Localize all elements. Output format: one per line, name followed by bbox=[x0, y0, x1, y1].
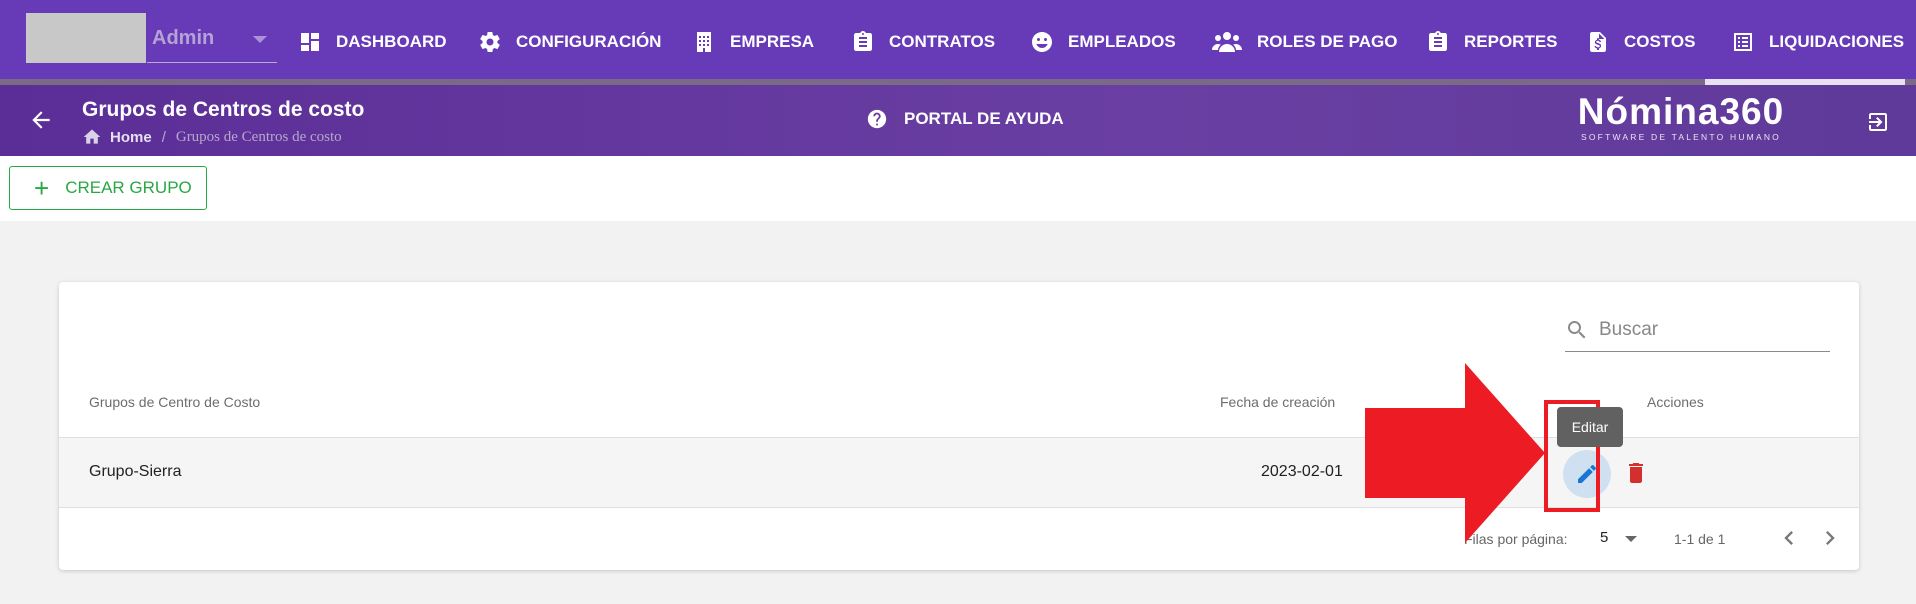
face-icon bbox=[1029, 29, 1055, 55]
dollar-file-icon bbox=[1585, 29, 1611, 55]
brand-logo: Nómina360 SOFTWARE DE TALENTO HUMANO bbox=[1566, 91, 1796, 142]
nav-item-label: REPORTES bbox=[1464, 32, 1558, 51]
rows-per-page-select[interactable]: 5 bbox=[1600, 529, 1608, 546]
breadcrumb-home[interactable]: Home bbox=[110, 129, 152, 146]
back-arrow-icon[interactable] bbox=[28, 107, 54, 133]
top-navbar: Admin DASHBOARD CONFIGURACIÓN EMPRESA CO… bbox=[0, 0, 1916, 82]
nav-item-empleados[interactable]: EMPLEADOS bbox=[1029, 24, 1176, 60]
dashboard-icon bbox=[297, 29, 323, 55]
people-icon bbox=[1210, 29, 1244, 55]
nav-item-label: EMPLEADOS bbox=[1068, 32, 1176, 51]
help-portal-link[interactable]: PORTAL DE AYUDA bbox=[866, 108, 1064, 130]
search-icon bbox=[1565, 318, 1589, 342]
pagination-range: 1-1 de 1 bbox=[1674, 531, 1726, 547]
breadcrumb: Home / Grupos de Centros de costo bbox=[82, 127, 342, 147]
chevron-down-icon[interactable] bbox=[1625, 536, 1637, 542]
gear-icon bbox=[477, 29, 503, 55]
page-header: Grupos de Centros de costo Home / Grupos… bbox=[0, 85, 1916, 156]
building-icon bbox=[691, 29, 717, 55]
next-page-icon[interactable] bbox=[1816, 524, 1844, 552]
logout-icon[interactable] bbox=[1866, 110, 1890, 134]
search-field[interactable] bbox=[1565, 308, 1830, 352]
nav-item-label: ROLES DE PAGO bbox=[1257, 32, 1398, 51]
company-select[interactable]: Admin bbox=[147, 13, 277, 63]
nav-item-reportes[interactable]: REPORTES bbox=[1425, 24, 1558, 60]
nav-item-configuracion[interactable]: CONFIGURACIÓN bbox=[477, 24, 661, 60]
help-portal-label: PORTAL DE AYUDA bbox=[904, 109, 1064, 128]
create-group-label: CREAR GRUPO bbox=[65, 178, 192, 197]
clipboard-icon bbox=[1425, 29, 1451, 55]
previous-page-icon[interactable] bbox=[1775, 524, 1803, 552]
page-title: Grupos de Centros de costo bbox=[82, 98, 365, 121]
breadcrumb-separator: / bbox=[161, 128, 166, 146]
brand-tagline: SOFTWARE DE TALENTO HUMANO bbox=[1581, 132, 1781, 142]
create-group-button[interactable]: + CREAR GRUPO bbox=[9, 166, 207, 210]
company-select-value: Admin bbox=[152, 27, 215, 49]
home-icon[interactable] bbox=[82, 127, 102, 147]
company-logo-placeholder bbox=[26, 13, 146, 63]
search-input[interactable] bbox=[1599, 316, 1819, 344]
column-header-date[interactable]: Fecha de creación bbox=[1220, 394, 1335, 410]
nav-item-label: CONTRATOS bbox=[889, 32, 996, 51]
column-header-actions: Acciones bbox=[1647, 394, 1704, 410]
breadcrumb-current: Grupos de Centros de costo bbox=[175, 128, 342, 145]
delete-button[interactable] bbox=[1624, 460, 1648, 486]
trash-icon bbox=[1629, 463, 1643, 483]
nav-item-liquidaciones[interactable]: LIQUIDACIONES bbox=[1730, 24, 1904, 60]
nav-item-label: DASHBOARD bbox=[336, 32, 447, 51]
chevron-down-icon bbox=[253, 36, 267, 43]
nav-item-roles-de-pago[interactable]: ROLES DE PAGO bbox=[1210, 24, 1397, 60]
nav-item-label: CONFIGURACIÓN bbox=[516, 32, 662, 51]
nav-item-label: LIQUIDACIONES bbox=[1769, 32, 1905, 51]
help-icon bbox=[866, 108, 888, 130]
nav-item-empresa[interactable]: EMPRESA bbox=[691, 24, 814, 60]
nav-item-dashboard[interactable]: DASHBOARD bbox=[297, 24, 447, 60]
nav-item-costos[interactable]: COSTOS bbox=[1585, 24, 1695, 60]
column-header-name[interactable]: Grupos de Centro de Costo bbox=[89, 394, 260, 410]
nav-item-label: COSTOS bbox=[1624, 32, 1696, 51]
nav-item-contratos[interactable]: CONTRATOS bbox=[850, 24, 995, 60]
clipboard-icon bbox=[850, 29, 876, 55]
plus-icon: + bbox=[34, 173, 50, 203]
table-pagination: Filas por página: 5 1-1 de 1 bbox=[59, 508, 1859, 570]
cell-creation-date: 2023-02-01 bbox=[1261, 463, 1343, 480]
edit-tooltip: Editar bbox=[1557, 407, 1623, 447]
list-icon bbox=[1730, 29, 1756, 55]
toolbar: + CREAR GRUPO bbox=[0, 156, 1916, 221]
nav-item-label: EMPRESA bbox=[730, 32, 815, 51]
cell-group-name: Grupo-Sierra bbox=[89, 463, 182, 480]
brand-name: Nómina360 bbox=[1577, 91, 1785, 132]
